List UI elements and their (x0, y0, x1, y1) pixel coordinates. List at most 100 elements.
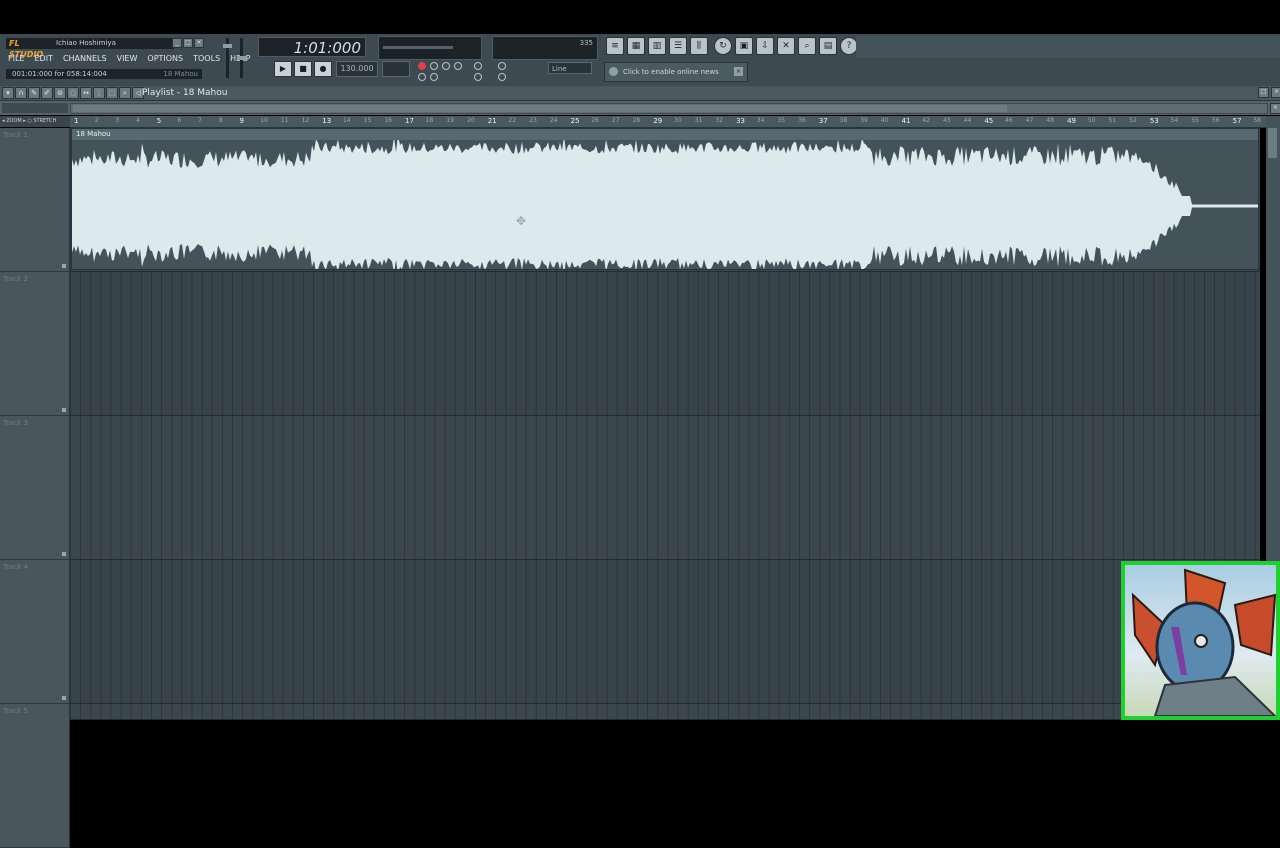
cpu-value: 335 (579, 39, 593, 47)
step-edit-icon[interactable] (454, 62, 462, 70)
slip-icon[interactable]: ↔ (80, 87, 92, 99)
save-icon[interactable]: ▣ (735, 37, 753, 55)
zoom-icon[interactable]: ⌕ (798, 37, 816, 55)
panel-close-icon[interactable]: × (1270, 103, 1280, 114)
ruler-tick: 56 (1211, 117, 1220, 124)
timeline-ruler[interactable]: 1 2 3 4 5 6 7 8 9 10 11 12 13 14 15 16 17 18 19 20 21 22 23 24 2… (70, 116, 1266, 128)
track-header-1[interactable]: Track 1 (0, 128, 70, 272)
close-playlist-icon[interactable]: × (1271, 87, 1280, 98)
pattern-picker[interactable] (2, 103, 68, 113)
stop-icon[interactable]: ■ (294, 61, 312, 77)
ruler-tick: 4 (136, 117, 140, 124)
refresh-icon[interactable]: ↻ (714, 37, 732, 55)
ruler-tick: 21 (487, 117, 497, 125)
online-news-panel[interactable]: Click to enable online news × (604, 62, 748, 82)
select-icon[interactable]: ⬚ (106, 87, 118, 99)
ruler-tick: 40 (880, 117, 889, 124)
play-icon[interactable]: ▶ (274, 61, 292, 77)
track-mute-icon[interactable] (62, 264, 66, 268)
pattern-selector[interactable] (382, 61, 410, 77)
track-lane-4[interactable] (70, 560, 1260, 704)
maximize-icon[interactable]: □ (183, 38, 193, 48)
audio-clip[interactable]: 18 Mahou ✥ (71, 128, 1259, 270)
track-header-5[interactable]: Track 5 (0, 704, 70, 848)
playlist-icon[interactable]: ≡ (606, 37, 624, 55)
scroll-thumb[interactable] (73, 105, 1007, 112)
cpu-monitor: 335 (492, 36, 598, 60)
track-mute-icon[interactable] (62, 408, 66, 412)
time-display[interactable]: 1:01:000 (258, 37, 366, 57)
snap-selector[interactable]: Line (548, 62, 592, 74)
pattern-mode-icon[interactable] (498, 73, 506, 81)
menu-arrow-icon[interactable]: ▾ (2, 87, 14, 99)
record-mode-icon[interactable] (418, 62, 426, 70)
pencil-icon[interactable]: ✎ (28, 87, 40, 99)
export-icon[interactable]: ⇩ (756, 37, 774, 55)
track-header-2[interactable]: Track 2 (0, 272, 70, 416)
mixer-icon[interactable]: ⫼ (690, 37, 708, 55)
close-icon[interactable]: × (194, 38, 204, 48)
track-mute-icon[interactable] (62, 696, 66, 700)
minimize-icon[interactable]: _ (172, 38, 182, 48)
song-mode-icon[interactable] (474, 73, 482, 81)
track-lane-3[interactable] (70, 416, 1260, 560)
track-label: Track 5 (3, 707, 28, 715)
mute-tool-icon[interactable]: ◌ (67, 87, 79, 99)
close-news-icon[interactable]: × (734, 67, 743, 76)
ruler-tick: 5 (156, 117, 162, 125)
ruler-tick: 3 (115, 117, 120, 124)
paint-icon[interactable]: ✐ (41, 87, 53, 99)
track-zoom-controls[interactable]: ◂ ZOOM ▸ ○ STRETCH (0, 116, 70, 127)
horizontal-scrollbar[interactable] (70, 103, 1268, 114)
track-lane-5[interactable] (70, 704, 1260, 720)
typing-keyboard-icon[interactable] (418, 73, 426, 81)
utility-shortcuts: ↻ ▣ ⇩ ✕ ⌕ ▤ ? (714, 37, 858, 55)
transport-controls: ▶ ■ ● (274, 61, 332, 77)
toolbar-panel-empty (856, 36, 1280, 58)
menu-view[interactable]: VIEW (115, 53, 140, 65)
menu-channels[interactable]: CHANNELS (61, 53, 109, 65)
track-header-3[interactable]: Track 3 (0, 416, 70, 560)
ruler-tick: 31 (694, 117, 703, 124)
magnet-icon[interactable]: ∩ (15, 87, 27, 99)
ruler-tick: 12 (301, 117, 310, 124)
piano-roll-icon[interactable]: ▥ (648, 37, 666, 55)
delete-icon[interactable]: ⊘ (54, 87, 66, 99)
metronome-icon[interactable] (430, 62, 438, 70)
vscroll-thumb[interactable] (1268, 128, 1277, 158)
clipboard-icon[interactable]: ▤ (819, 37, 837, 55)
track-lane-2[interactable] (70, 272, 1260, 416)
menu-edit[interactable]: EDIT (32, 53, 54, 65)
blend-icon[interactable] (474, 62, 482, 70)
cut-icon[interactable]: ✕ (777, 37, 795, 55)
track-label: Track 1 (3, 131, 28, 139)
loop-record-icon[interactable] (498, 62, 506, 70)
menu-options[interactable]: OPTIONS (145, 53, 185, 65)
slice-icon[interactable]: ⋮ (93, 87, 105, 99)
tempo-display[interactable]: 130.000 (336, 61, 378, 77)
menu-file[interactable]: FILE (6, 53, 26, 65)
step-sequencer-icon[interactable]: ▦ (627, 37, 645, 55)
track-header-4[interactable]: Track 4 (0, 560, 70, 704)
record-icon[interactable]: ● (314, 61, 332, 77)
wait-input-icon[interactable] (430, 73, 438, 81)
ruler-tick: 2 (94, 117, 99, 124)
song-title[interactable]: Ichiao Hoshimiya (52, 38, 174, 49)
track-label: Track 3 (3, 419, 28, 427)
track-mute-icon[interactable] (62, 552, 66, 556)
ruler-tick: 58 (1253, 117, 1261, 124)
zoom-tool-icon[interactable]: ⌕ (119, 87, 131, 99)
menu-tools[interactable]: TOOLS (191, 53, 222, 65)
ruler-tick: 33 (736, 117, 745, 125)
ruler-tick: 25 (570, 117, 580, 125)
ruler-tick: 20 (467, 117, 475, 124)
browser-icon[interactable]: ☰ (669, 37, 687, 55)
ruler-tick: 26 (591, 117, 599, 124)
detach-icon[interactable]: □ (1258, 87, 1269, 98)
master-volume-slider[interactable] (223, 38, 232, 78)
master-pitch-slider[interactable] (237, 38, 246, 78)
hint-bar: 001:01:000 for 058:14:004 18 Mahou (6, 69, 202, 79)
ruler-tick: 11 (280, 117, 289, 124)
hint-text: 001:01:000 for 058:14:004 (12, 70, 107, 78)
countdown-icon[interactable] (442, 62, 450, 70)
